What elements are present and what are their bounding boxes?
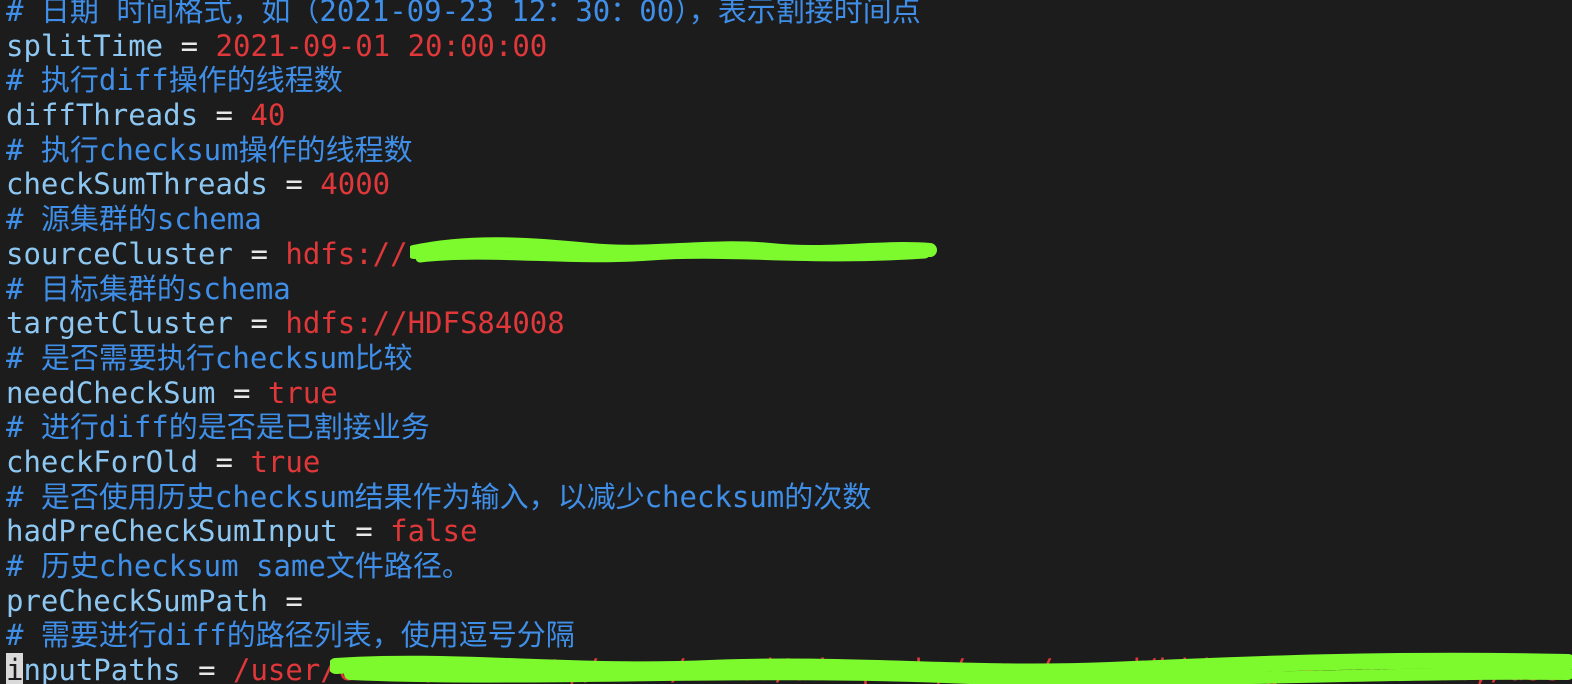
config-value: /user/ca_ad/Current,/user/ca_ad/ad-spark… (233, 653, 1572, 684)
comment-line: # 目标集群的schema (6, 272, 1572, 307)
config-key: hadPreCheckSumInput (6, 514, 338, 549)
config-key: checkSumThreads (6, 167, 268, 202)
config-line-inputPaths: inputPaths = /user/ca_ad/Current,/user/c… (6, 653, 1572, 684)
comment-text: # 是否需要执行checksum比较 (6, 340, 413, 375)
text-editor[interactable]: # 日期 时间格式，如（2021-09-23 12：30：00），表示割接时间点… (0, 0, 1572, 684)
comment-text: # 进行diff的是否是已割接业务 (6, 410, 430, 445)
config-key: splitTime (6, 28, 164, 63)
config-line-hadPreCheckSumInput: hadPreCheckSumInput = false (6, 514, 1572, 549)
comment-line: # 进行diff的是否是已割接业务 (6, 410, 1572, 445)
config-value: false (390, 514, 478, 549)
config-line-targetCluster: targetCluster = hdfs://HDFS84008 (6, 306, 1572, 341)
equals-operator: = (198, 444, 251, 479)
comment-line: # 执行diff操作的线程数 (6, 63, 1572, 98)
equals-operator: = (180, 653, 233, 684)
config-key: targetCluster (6, 306, 233, 341)
config-key: needCheckSum (6, 375, 216, 410)
equals-operator: = (337, 514, 391, 549)
config-line-preCheckSumPath: preCheckSumPath = (6, 584, 1572, 619)
equals-operator: = (163, 28, 216, 63)
config-value: 4000 (320, 167, 391, 202)
comment-text: # 是否使用历史checksum结果作为输入，以减少checksum的次数 (6, 479, 872, 514)
config-value: 40 (250, 98, 286, 133)
comment-text: # 执行checksum操作的线程数 (6, 132, 413, 167)
comment-line: # 源集群的schema (6, 202, 1572, 237)
equals-operator: = (232, 306, 286, 341)
comment-text: # 需要进行diff的路径列表，使用逗号分隔 (6, 618, 575, 653)
comment-text: # 源集群的schema (6, 202, 262, 237)
config-line-diffThreads: diffThreads = 40 (6, 98, 1572, 133)
text-cursor[interactable]: i (6, 653, 24, 684)
editor-lines: # 日期 时间格式，如（2021-09-23 12：30：00），表示割接时间点… (6, 0, 1572, 684)
comment-line: # 日期 时间格式，如（2021-09-23 12：30：00），表示割接时间点 (6, 0, 1572, 29)
equals-operator: = (215, 375, 268, 410)
config-value: hdfs://HDFS84008 (285, 306, 565, 341)
comment-line: # 执行checksum操作的线程数 (6, 133, 1572, 168)
config-value: 2021-09-01 20:00:00 (215, 28, 548, 63)
config-key: diffThreads (6, 98, 199, 133)
comment-line: # 是否使用历史checksum结果作为输入，以减少checksum的次数 (6, 480, 1572, 515)
comment-line: # 需要进行diff的路径列表，使用逗号分隔 (6, 618, 1572, 653)
equals-operator: = (232, 236, 286, 271)
comment-text: # 目标集群的schema (6, 271, 291, 306)
comment-text: # 日期 时间格式，如（2021-09-23 12：30：00），表示割接时间点 (6, 0, 921, 28)
config-line-needCheckSum: needCheckSum = true (6, 376, 1572, 411)
config-line-checkForOld: checkForOld = true (6, 445, 1572, 480)
equals-operator: = (198, 98, 251, 133)
comment-text: # 执行diff操作的线程数 (6, 63, 343, 98)
config-value: hdfs:// (285, 236, 408, 271)
config-value: true (267, 375, 338, 410)
comment-line: # 历史checksum same文件路径。 (6, 549, 1572, 584)
config-line-sourceCluster: sourceCluster = hdfs:// (6, 237, 1572, 272)
config-line-checkSumThreads: checkSumThreads = 4000 (6, 167, 1572, 202)
config-key: checkForOld (6, 444, 199, 479)
config-key: preCheckSumPath (6, 583, 268, 618)
comment-text: # 历史checksum same文件路径。 (6, 549, 471, 583)
config-key: inputPaths (6, 653, 181, 684)
config-value: true (250, 444, 321, 479)
equals-operator: = (267, 583, 303, 618)
config-key: sourceCluster (6, 236, 233, 271)
comment-line: # 是否需要执行checksum比较 (6, 341, 1572, 376)
config-line-splitTime: splitTime = 2021-09-01 20:00:00 (6, 29, 1572, 64)
equals-operator: = (267, 167, 321, 202)
